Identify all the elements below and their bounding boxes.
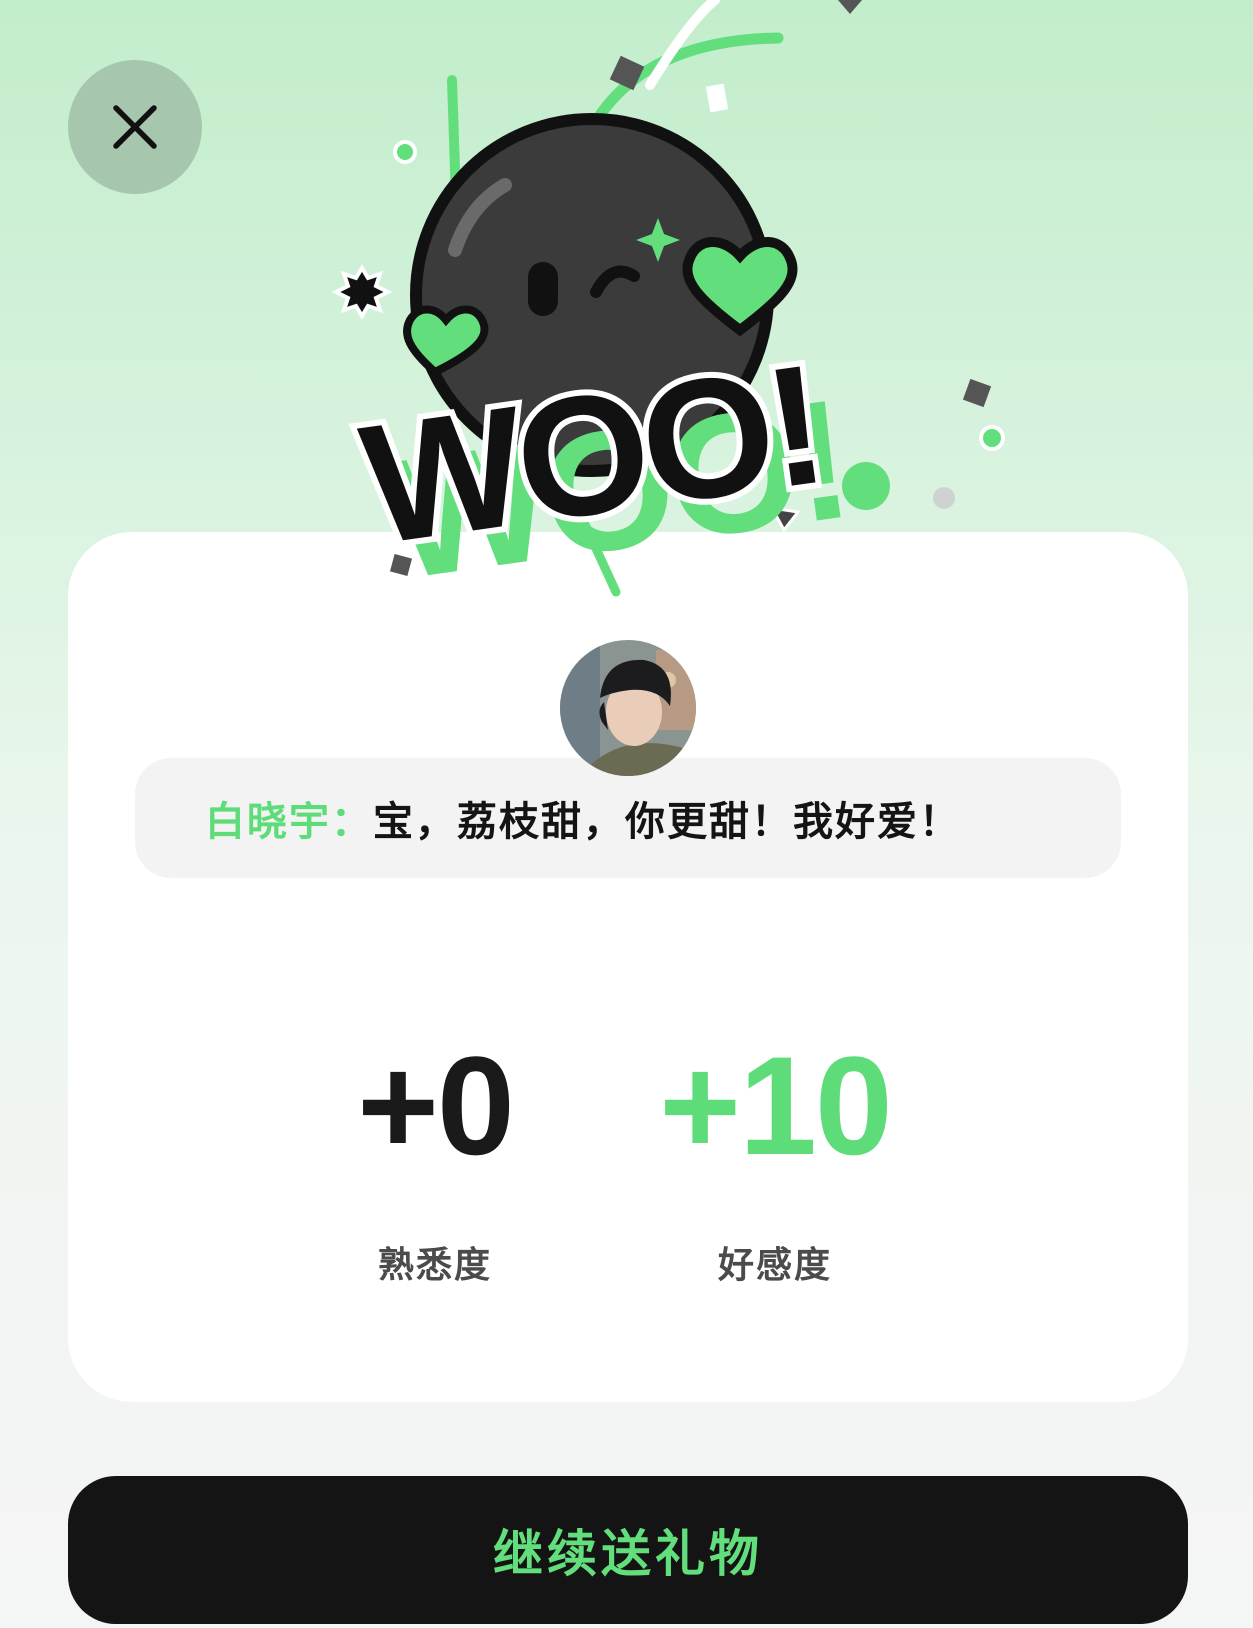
message-text: 宝，荔枝甜，你更甜！我好爱！	[373, 799, 961, 845]
stat-favorability-value: +10	[659, 1027, 892, 1184]
stat-familiarity-label: 熟悉度	[377, 1245, 492, 1286]
close-button[interactable]	[68, 60, 202, 194]
close-icon	[113, 105, 157, 149]
continue-gift-button[interactable]: 继续送礼物	[68, 1476, 1188, 1624]
message-bubble: 白晓宇： 宝，荔枝甜，你更甜！我好爱！	[135, 758, 1121, 878]
stat-familiarity-value: +0	[357, 1027, 515, 1184]
woo-celebration-illustration: WOO! WOO!	[331, 0, 1005, 600]
stat-favorability: +10 好感度	[635, 1036, 915, 1288]
stat-familiarity: +0 熟悉度	[330, 1036, 540, 1288]
stat-favorability-label: 好感度	[717, 1245, 832, 1286]
message-sender-name: 白晓宇：	[205, 799, 373, 845]
user-avatar	[560, 640, 696, 776]
